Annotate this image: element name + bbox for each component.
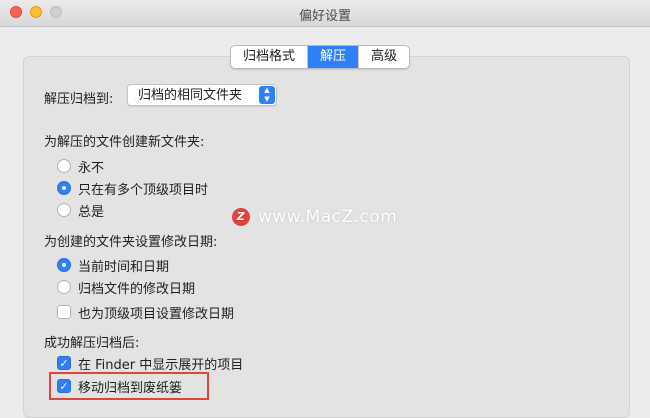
new-folder-label: 为解压的文件创建新文件夹: [44, 135, 205, 150]
tab-unarchive[interactable]: 解压 [308, 46, 360, 68]
show-in-finder-checkbox[interactable]: ✓ [57, 356, 71, 370]
option-label: 当前时间和日期 [78, 259, 170, 275]
tab-archive-format[interactable]: 归档格式 [231, 46, 309, 68]
modify-date-option-current[interactable]: 当前时间和日期 [57, 256, 170, 275]
checkbox-label: 在 Finder 中显示展开的项目 [78, 357, 244, 373]
new-folder-option-never[interactable]: 永不 [57, 157, 105, 176]
watermark-text: www.MacZ.com [258, 207, 398, 227]
radio-never[interactable] [57, 159, 71, 173]
unarchive-to-label: 解压归档到: [44, 92, 114, 107]
unarchive-to-select[interactable]: 归档的相同文件夹 ▲ ▼ [127, 84, 277, 106]
tab-bar: 归档格式 解压 高级 [230, 45, 411, 69]
show-in-finder-row[interactable]: ✓ 在 Finder 中显示展开的项目 [57, 354, 244, 373]
modify-date-option-archive[interactable]: 归档文件的修改日期 [57, 278, 196, 297]
select-arrows-icon: ▲ ▼ [259, 86, 275, 104]
watermark-logo-icon: Z [232, 208, 250, 226]
radio-archive-date[interactable] [57, 280, 71, 294]
modify-date-label: 为创建的文件夹设置修改日期: [44, 235, 218, 250]
option-label: 只在有多个顶级项目时 [78, 182, 209, 198]
window-title: 偏好设置 [298, 9, 351, 24]
radio-current-time[interactable] [57, 258, 71, 272]
checkbox-label: 也为顶级项目设置修改日期 [78, 306, 235, 322]
option-label: 总是 [78, 204, 105, 220]
top-level-date-checkbox-row[interactable]: 也为顶级项目设置修改日期 [57, 303, 235, 322]
radio-always[interactable] [57, 203, 71, 217]
option-label: 归档文件的修改日期 [78, 281, 196, 297]
unarchive-to-value: 归档的相同文件夹 [138, 88, 243, 103]
title-bar: 偏好设置 [0, 0, 650, 27]
top-level-date-checkbox[interactable] [57, 305, 71, 319]
highlight-box [49, 372, 209, 400]
new-folder-option-multiple[interactable]: 只在有多个顶级项目时 [57, 179, 209, 198]
after-success-label: 成功解压归档后: [44, 336, 140, 351]
new-folder-option-always[interactable]: 总是 [57, 201, 105, 220]
tab-advanced[interactable]: 高级 [359, 46, 409, 68]
radio-multiple[interactable] [57, 181, 71, 195]
option-label: 永不 [78, 160, 105, 176]
watermark: Z www.MacZ.com [232, 207, 397, 227]
